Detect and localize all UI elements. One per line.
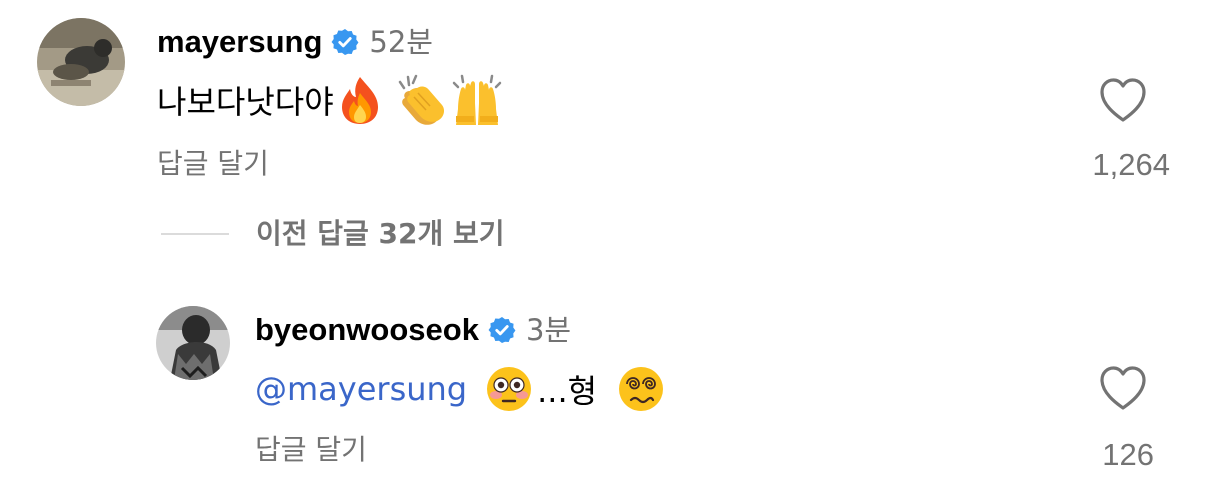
mention-link[interactable]: @mayersung — [255, 370, 467, 408]
replies-divider-line — [161, 233, 229, 235]
avatar-mayersung[interactable] — [37, 18, 125, 106]
like-count[interactable]: 1,264 — [1040, 146, 1170, 184]
comment-text: ...형 — [537, 372, 598, 410]
fire-emoji-icon — [338, 75, 382, 125]
reply-button[interactable]: 답글 달기 — [157, 146, 269, 182]
verified-badge-icon — [331, 28, 359, 56]
like-heart-icon[interactable] — [1098, 364, 1148, 412]
face-with-spiral-eyes-emoji-icon — [617, 365, 665, 413]
raising-hands-emoji-icon — [450, 73, 504, 127]
like-heart-icon[interactable] — [1098, 76, 1148, 124]
comment-text: 나보다낫다야 — [157, 83, 334, 121]
avatar-byeonwooseok[interactable] — [156, 306, 230, 380]
clapping-hands-emoji-icon — [394, 73, 448, 127]
comment-timestamp: 52분 — [369, 25, 433, 59]
reply-button[interactable]: 답글 달기 — [255, 432, 367, 468]
verified-badge-icon — [488, 316, 516, 344]
comment-username[interactable]: mayersung — [157, 25, 322, 59]
flushed-face-emoji-icon — [485, 365, 533, 413]
comment-username[interactable]: byeonwooseok — [255, 313, 479, 347]
comment-timestamp: 3분 — [525, 313, 572, 347]
view-previous-replies-button[interactable]: 이전 답글 32개 보기 — [256, 215, 505, 253]
like-count[interactable]: 126 — [1024, 436, 1154, 474]
